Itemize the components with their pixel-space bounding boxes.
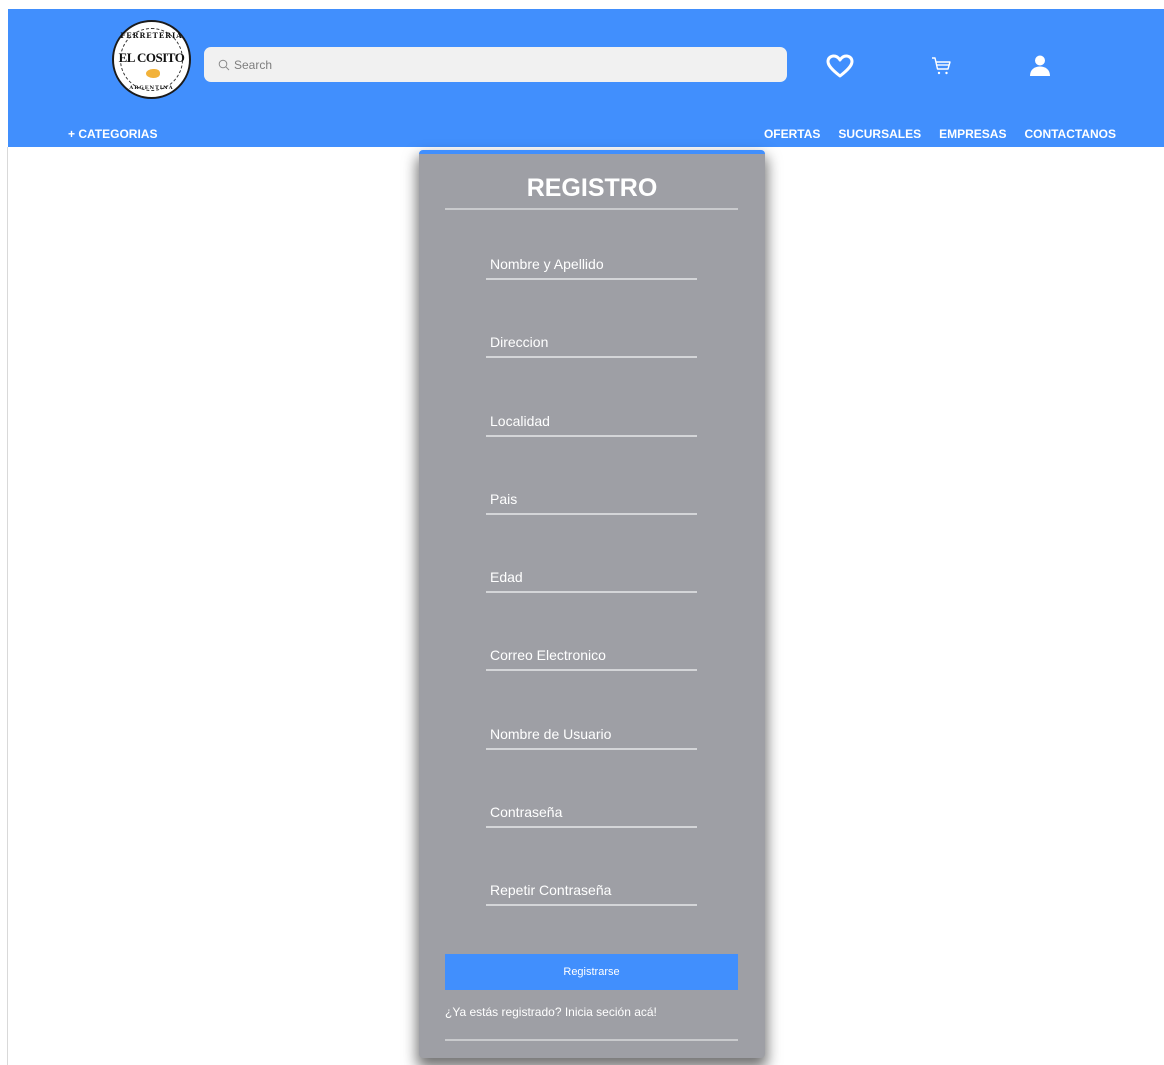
heart-icon <box>826 54 854 78</box>
nav-link-sucursales[interactable]: SUCURSALES <box>838 127 921 141</box>
form-title: REGISTRO <box>526 174 658 202</box>
address-input[interactable] <box>486 330 701 354</box>
logo-top-text: FERRETERIA <box>120 31 183 40</box>
logo-bottom-text: ARGENTINA <box>129 85 174 91</box>
search-icon <box>218 59 230 70</box>
username-input[interactable] <box>486 722 701 746</box>
repeat-password-field <box>486 878 701 906</box>
register-button[interactable]: Registrarse <box>445 954 738 990</box>
address-field <box>486 330 701 358</box>
title-divider <box>445 208 738 210</box>
logo-brand-text: EL COSITO <box>118 50 185 65</box>
user-icon <box>1030 55 1050 76</box>
nav-link-contactanos[interactable]: CONTACTANOS <box>1024 127 1116 141</box>
registration-card: REGISTRO Registrarse ¿Ya estás registrad… <box>419 150 765 1058</box>
age-field <box>486 565 701 593</box>
search-bar[interactable] <box>204 47 787 82</box>
hand-icon <box>146 69 160 78</box>
nav-categories[interactable]: + CATEGORIAS <box>68 127 157 141</box>
locality-field <box>486 409 701 437</box>
site-header: FERRETERIA EL COSITO ARGENTINA + CATEGOR… <box>8 9 1164 147</box>
repeat-password-input[interactable] <box>486 878 701 902</box>
country-field <box>486 487 701 515</box>
email-field <box>486 643 701 671</box>
locality-input[interactable] <box>486 409 701 433</box>
email-input[interactable] <box>486 643 701 667</box>
login-link[interactable]: ¿Ya estás registrado? Inicia seción acá! <box>445 1005 657 1019</box>
cart-button[interactable] <box>929 54 953 78</box>
favorites-button[interactable] <box>825 53 855 79</box>
name-field <box>486 252 701 280</box>
nav-link-empresas[interactable]: EMPRESAS <box>939 127 1006 141</box>
main-nav: OFERTAS SUCURSALES EMPRESAS CONTACTANOS <box>764 127 1116 141</box>
nav-link-ofertas[interactable]: OFERTAS <box>764 127 820 141</box>
cart-icon <box>932 57 951 75</box>
age-input[interactable] <box>486 565 701 589</box>
name-input[interactable] <box>486 252 701 276</box>
search-input[interactable] <box>234 57 754 72</box>
account-button[interactable] <box>1028 53 1052 77</box>
password-field <box>486 800 701 828</box>
bottom-divider <box>445 1039 738 1041</box>
page-left-border <box>7 147 8 1065</box>
username-field <box>486 722 701 750</box>
store-logo[interactable]: FERRETERIA EL COSITO ARGENTINA <box>112 20 191 99</box>
country-input[interactable] <box>486 487 701 511</box>
password-input[interactable] <box>486 800 701 824</box>
